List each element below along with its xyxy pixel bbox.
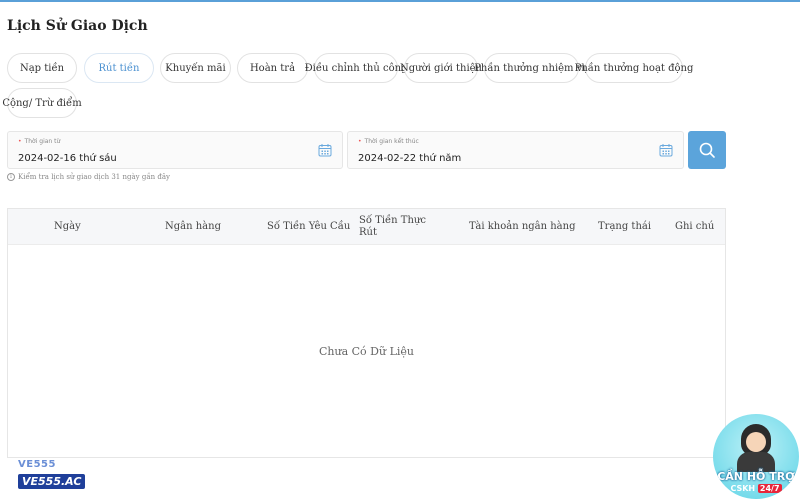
customer-support-button[interactable]: CẦN HỖ TRỢ CSKH 24/7 xyxy=(713,414,799,499)
tab-points-adjustment[interactable]: Cộng/ Trừ điểm xyxy=(2,88,82,118)
search-button[interactable] xyxy=(688,131,726,169)
column-note: Ghi chú xyxy=(675,221,715,232)
tab-promotion[interactable]: Khuyến mãi xyxy=(160,53,231,83)
tab-refund[interactable]: Hoàn trả xyxy=(237,53,308,83)
search-icon xyxy=(699,142,715,158)
table-header: Ngày Ngân hàng Số Tiền Yêu Cầu Số Tiền T… xyxy=(8,209,725,245)
column-status: Trạng thái xyxy=(598,221,652,232)
calendar-icon[interactable] xyxy=(318,143,332,157)
start-date-field[interactable]: • Thời gian từ 2024-02-16 thứ sáu xyxy=(7,131,343,169)
end-date-field[interactable]: • Thời gian kết thúc 2024-02-22 thứ năm xyxy=(347,131,684,169)
tab-mission-reward[interactable]: Phần thưởng nhiệm vụ xyxy=(474,53,589,83)
brand-logo: VE555 VE555.AC xyxy=(18,459,86,497)
start-date-label: • Thời gian từ xyxy=(18,138,61,145)
tab-manual-adjustment[interactable]: Điều chỉnh thủ công xyxy=(305,53,407,83)
tab-withdraw[interactable]: Rút tiền xyxy=(84,53,154,83)
support-subtitle: CSKH 24/7 xyxy=(730,484,782,493)
transaction-table: Ngày Ngân hàng Số Tiền Yêu Cầu Số Tiền T… xyxy=(7,208,726,458)
date-range-hint: i Kiểm tra lịch sử giao dịch 31 ngày gần… xyxy=(7,173,170,181)
column-requested-amount: Số Tiền Yêu Cầu xyxy=(267,221,351,232)
info-icon: i xyxy=(7,173,15,181)
column-bank-account: Tài khoản ngân hàng xyxy=(469,221,576,232)
top-accent-bar xyxy=(0,0,800,2)
tab-referrer[interactable]: Người giới thiệu xyxy=(400,53,482,83)
empty-state-text: Chưa Có Dữ Liệu xyxy=(319,345,414,358)
column-actual-amount: Số Tiền Thực Rút xyxy=(359,215,426,238)
brand-logo-mark: VE555 xyxy=(18,459,56,470)
tab-deposit[interactable]: Nạp tiền xyxy=(7,53,77,83)
tab-activity-reward[interactable]: Phần thưởng hoạt động xyxy=(575,53,693,83)
start-date-value: 2024-02-16 thứ sáu xyxy=(18,153,117,164)
hint-text: Kiểm tra lịch sử giao dịch 31 ngày gần đ… xyxy=(18,173,170,181)
end-date-label: • Thời gian kết thúc xyxy=(358,138,419,145)
support-agent-body xyxy=(737,452,775,472)
page-title: Lịch Sử Giao Dịch xyxy=(7,18,148,34)
brand-logo-domain: VE555.AC xyxy=(18,474,86,489)
calendar-icon[interactable] xyxy=(659,143,673,157)
support-title: CẦN HỖ TRỢ xyxy=(717,470,795,483)
column-date: Ngày xyxy=(54,221,81,232)
support-agent-face xyxy=(746,432,766,452)
column-bank: Ngân hàng xyxy=(165,221,221,232)
end-date-value: 2024-02-22 thứ năm xyxy=(358,153,462,164)
